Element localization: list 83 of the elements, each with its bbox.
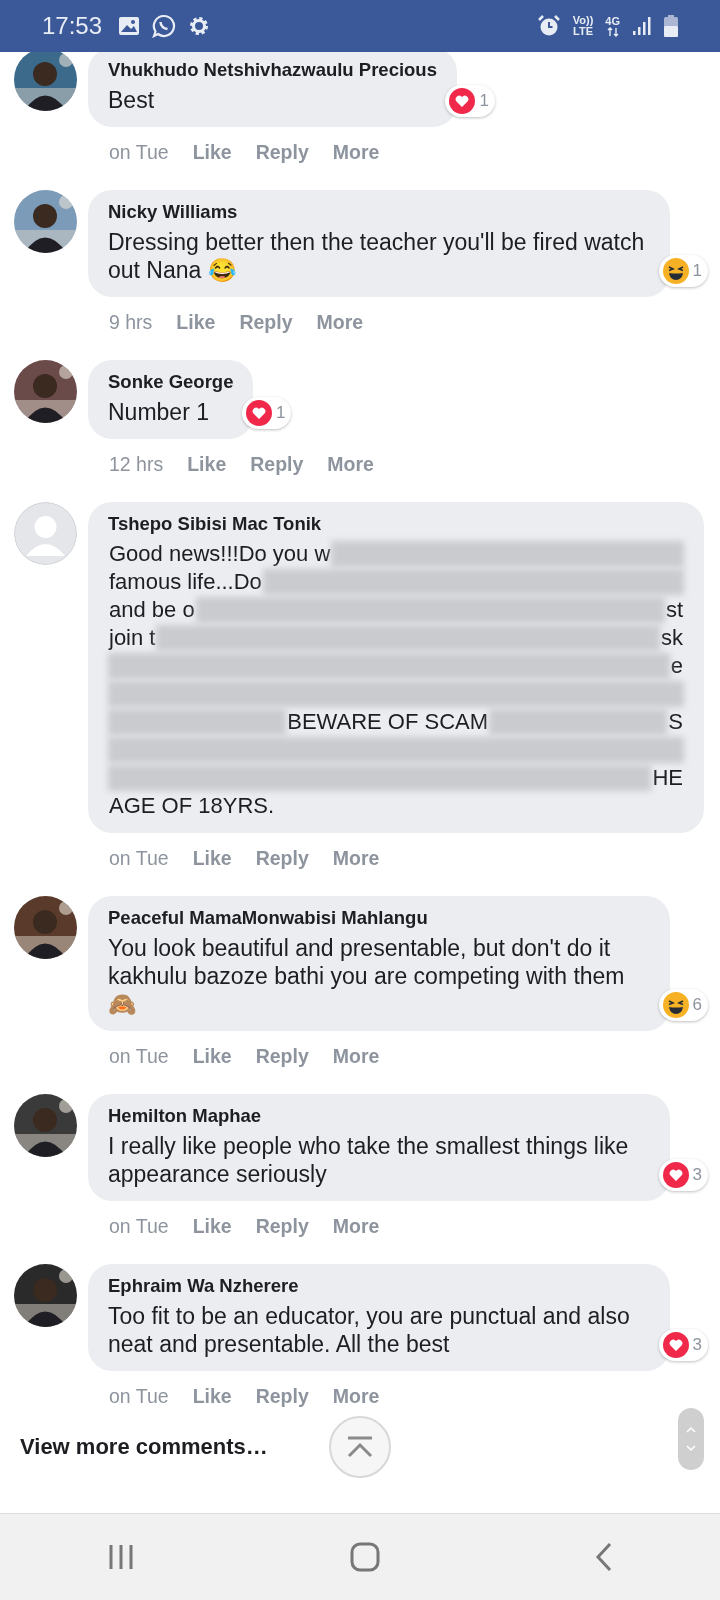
comment-time: 12 hrs — [109, 453, 164, 476]
comment-text: HE — [651, 765, 684, 791]
comment-action-link[interactable]: More — [332, 1215, 380, 1238]
battery-icon — [664, 15, 678, 37]
comment-action-link[interactable]: Reply — [255, 1215, 309, 1238]
status-time: 17:53 — [42, 12, 103, 40]
signal-icon — [632, 16, 652, 36]
reaction-badge[interactable]: 3 — [658, 1159, 708, 1191]
view-more-comments-link[interactable]: View more comments… — [0, 1434, 720, 1460]
scroll-handle[interactable] — [678, 1408, 704, 1470]
comment-action-link[interactable]: Like — [192, 1045, 232, 1068]
comment-action-link[interactable]: Like — [192, 847, 232, 870]
comment-text: You look beautiful and presentable, but don't do it kakhulu bazoze bathi you are competing with them 🙈 — [108, 934, 626, 1018]
comment-action-link[interactable]: Reply — [255, 1045, 309, 1068]
reaction-count: 1 — [275, 403, 286, 423]
comment-text: Good news!!!Do you w — [108, 541, 332, 567]
comment-action-link[interactable]: Like — [192, 141, 232, 164]
comment-text: S — [667, 709, 684, 735]
comment-action-link[interactable]: Reply — [255, 141, 309, 164]
reaction-count: 3 — [692, 1335, 702, 1355]
reaction-count: 1 — [479, 91, 489, 111]
reaction-count: 6 — [692, 995, 702, 1015]
commenter-name[interactable]: Tshepo Sibisi Mac Tonik — [108, 513, 684, 535]
volte-indicator: Vo)) LTE — [572, 15, 594, 37]
comment-time: on Tue — [109, 141, 169, 164]
comment-text: and be o — [108, 597, 196, 623]
comment-text: sk — [660, 625, 684, 651]
default-avatar-icon — [14, 502, 77, 565]
reaction-badge[interactable]: 1 — [658, 255, 708, 287]
home-icon[interactable] — [350, 1542, 380, 1572]
comment-action-link[interactable]: Reply — [250, 453, 304, 476]
reaction-badge[interactable]: 1 — [445, 85, 495, 117]
comment-time: 9 hrs — [109, 311, 153, 334]
comment-action-link[interactable]: More — [332, 1385, 380, 1408]
chat-bubble-icon — [152, 14, 177, 38]
comment-action-link[interactable]: Like — [192, 1385, 232, 1408]
laughing-face-icon — [661, 257, 690, 285]
comment-action-link[interactable]: More — [332, 1045, 380, 1068]
image-icon — [118, 16, 141, 36]
comment-text: st — [664, 597, 684, 623]
commenter-name[interactable]: Peaceful MamaMonwabisi Mahlangu — [108, 907, 650, 929]
comment-text: Best — [108, 86, 156, 114]
comment-time: on Tue — [109, 847, 169, 870]
comment-action-link[interactable]: Like — [176, 311, 216, 334]
comment-time: on Tue — [109, 1385, 169, 1408]
reaction-badge[interactable]: 3 — [658, 1329, 708, 1361]
comment-text: Dressing better then the teacher you'll be fired watch out Nana 😂 — [108, 228, 646, 284]
comment-action-link[interactable]: Reply — [255, 847, 309, 870]
comment-action-link[interactable]: Reply — [255, 1385, 309, 1408]
comment-text: I really like people who take the smallest things like appearance seriously — [108, 1132, 630, 1188]
comment-action-link[interactable]: More — [316, 311, 364, 334]
laughing-face-icon — [661, 991, 690, 1019]
comment-action-link[interactable]: More — [332, 847, 380, 870]
comment-action-link[interactable]: More — [332, 141, 380, 164]
settings-icon — [188, 15, 211, 37]
comment-text: AGE OF 18YRS. — [108, 793, 276, 819]
commenter-name[interactable]: Hemilton Maphae — [108, 1105, 650, 1127]
comment-text: join t — [108, 625, 157, 651]
comment-time: on Tue — [109, 1215, 169, 1238]
reaction-badge[interactable]: 1 — [241, 397, 292, 429]
comment-text: e — [669, 653, 684, 679]
reaction-count: 1 — [692, 261, 702, 281]
comment-text: BEWARE OF SCAM — [286, 709, 490, 735]
comment-text: Number 1 — [108, 398, 210, 426]
commenter-name[interactable]: Vhukhudo Netshivhazwaulu Precious — [108, 59, 437, 81]
comment-text: famous life...Do — [108, 569, 263, 595]
reaction-count: 3 — [692, 1165, 702, 1185]
comment-action-link[interactable]: Reply — [239, 311, 293, 334]
recent-apps-icon[interactable] — [107, 1543, 136, 1571]
comment-action-link[interactable]: Like — [192, 1215, 232, 1238]
reaction-badge[interactable]: 6 — [658, 989, 708, 1021]
scroll-to-top-icon — [345, 1436, 375, 1458]
comment-action-link[interactable]: Like — [187, 453, 227, 476]
up-down-arrows-icon — [606, 26, 619, 37]
commenter-name[interactable]: Sonke George — [108, 371, 234, 393]
comment-text: Too fit to be an educator, you are punctual and also neat and presentable. All the best — [108, 1302, 631, 1358]
alarm-clock-icon — [536, 14, 561, 38]
commenter-name[interactable]: Ephraim Wa Nzherere — [108, 1275, 650, 1297]
network-indicator: 4G — [605, 15, 620, 27]
comment-action-link[interactable]: More — [327, 453, 374, 476]
commenter-name[interactable]: Nicky Williams — [108, 201, 650, 223]
back-icon[interactable] — [594, 1542, 613, 1572]
comment-time: on Tue — [109, 1045, 169, 1068]
